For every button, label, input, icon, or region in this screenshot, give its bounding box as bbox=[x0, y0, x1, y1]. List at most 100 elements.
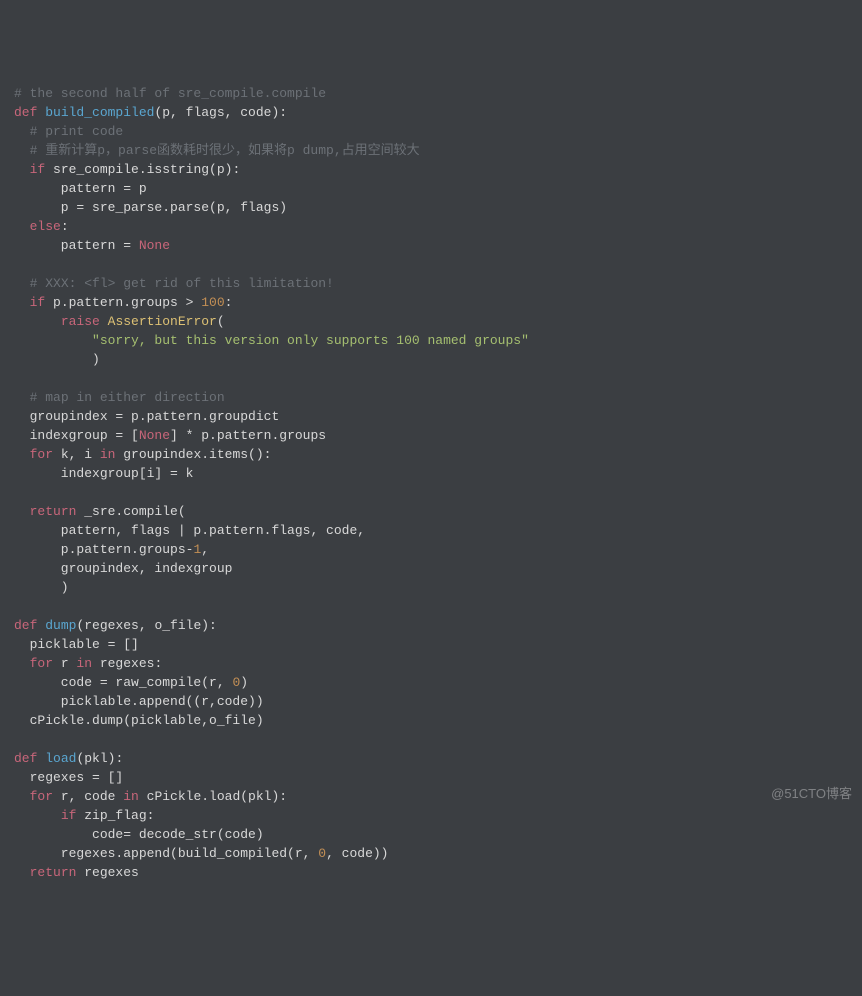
token-op: p = sre_parse.parse(p, flags) bbox=[14, 200, 287, 215]
code-line: indexgroup = [None] * p.pattern.groups bbox=[14, 426, 862, 445]
token-kw: def bbox=[14, 618, 45, 633]
token-op: code= decode_str(code) bbox=[14, 827, 264, 842]
watermark: @51CTO博客 bbox=[771, 784, 852, 803]
token-kw: for bbox=[30, 789, 53, 804]
code-line: # the second half of sre_compile.compile bbox=[14, 84, 862, 103]
token-op: _sre.compile( bbox=[76, 504, 185, 519]
code-line: for r, code in cPickle.load(pkl): bbox=[14, 787, 862, 806]
token-op: ( bbox=[217, 314, 225, 329]
token-op bbox=[14, 504, 30, 519]
token-op: p.pattern.groups bbox=[14, 542, 186, 557]
token-op: code = raw_compile(r, bbox=[14, 675, 232, 690]
token-kw: def bbox=[14, 751, 45, 766]
token-op: , bbox=[201, 542, 209, 557]
token-op bbox=[14, 390, 30, 405]
token-op bbox=[14, 865, 30, 880]
token-c: # the second half of sre_compile.compile bbox=[14, 86, 326, 101]
token-op bbox=[14, 789, 30, 804]
code-line: return _sre.compile( bbox=[14, 502, 862, 521]
code-line bbox=[14, 597, 862, 616]
token-op bbox=[14, 162, 30, 177]
token-fn: dump bbox=[45, 618, 76, 633]
code-line: return regexes bbox=[14, 863, 862, 882]
token-op bbox=[14, 219, 30, 234]
token-kw: for bbox=[30, 447, 53, 462]
code-line: def build_compiled(p, flags, code): bbox=[14, 103, 862, 122]
code-line bbox=[14, 369, 862, 388]
code-line: if p.pattern.groups > 100: bbox=[14, 293, 862, 312]
token-ye: AssertionError bbox=[108, 314, 217, 329]
code-line: # print code bbox=[14, 122, 862, 141]
token-op: pattern = bbox=[14, 238, 139, 253]
token-c: # XXX: <fl> get rid of this limitation! bbox=[30, 276, 334, 291]
token-op bbox=[14, 808, 61, 823]
code-block: # the second half of sre_compile.compile… bbox=[14, 84, 862, 882]
code-line: p = sre_parse.parse(p, flags) bbox=[14, 198, 862, 217]
token-c: # print code bbox=[30, 124, 124, 139]
token-fn: build_compiled bbox=[45, 105, 154, 120]
code-line bbox=[14, 255, 862, 274]
code-line: if sre_compile.isstring(p): bbox=[14, 160, 862, 179]
code-line bbox=[14, 730, 862, 749]
token-op: groupindex = p.pattern.groupdict bbox=[14, 409, 279, 424]
token-op bbox=[100, 314, 108, 329]
token-kw: for bbox=[30, 656, 53, 671]
code-line: pattern = p bbox=[14, 179, 862, 198]
token-op: : bbox=[61, 219, 69, 234]
token-op bbox=[14, 295, 30, 310]
token-op: p.pattern.groups > bbox=[45, 295, 201, 310]
code-line: def load(pkl): bbox=[14, 749, 862, 768]
token-op: ] * p.pattern.groups bbox=[170, 428, 326, 443]
token-c: # map in either direction bbox=[30, 390, 225, 405]
token-kw: def bbox=[14, 105, 45, 120]
code-line: # XXX: <fl> get rid of this limitation! bbox=[14, 274, 862, 293]
token-kw: return bbox=[30, 504, 77, 519]
token-kw: in bbox=[123, 789, 139, 804]
code-line: else: bbox=[14, 217, 862, 236]
token-op: r bbox=[53, 656, 76, 671]
token-op: : bbox=[225, 295, 233, 310]
code-line: ) bbox=[14, 350, 862, 369]
code-line: pattern, flags | p.pattern.flags, code, bbox=[14, 521, 862, 540]
token-op: regexes: bbox=[92, 656, 162, 671]
token-op: (regexes, o_file): bbox=[76, 618, 216, 633]
token-num: 100 bbox=[201, 295, 224, 310]
token-op: indexgroup = [ bbox=[14, 428, 139, 443]
code-line: # 重新计算p，parse函数耗时很少，如果将p dump,占用空间较大 bbox=[14, 141, 862, 160]
token-op bbox=[14, 485, 22, 500]
token-op: (p, flags, code): bbox=[154, 105, 287, 120]
token-op: k, i bbox=[53, 447, 100, 462]
code-line: code= decode_str(code) bbox=[14, 825, 862, 844]
token-op: groupindex, indexgroup bbox=[14, 561, 232, 576]
token-nn: None bbox=[139, 428, 170, 443]
code-line: picklable.append((r,code)) bbox=[14, 692, 862, 711]
token-op: cPickle.load(pkl): bbox=[139, 789, 287, 804]
token-op bbox=[14, 314, 61, 329]
token-op: groupindex.items(): bbox=[115, 447, 271, 462]
token-op: picklable.append((r,code)) bbox=[14, 694, 264, 709]
code-line bbox=[14, 483, 862, 502]
code-line: indexgroup[i] = k bbox=[14, 464, 862, 483]
token-kw: in bbox=[76, 656, 92, 671]
token-op: ) bbox=[240, 675, 248, 690]
code-line: def dump(regexes, o_file): bbox=[14, 616, 862, 635]
token-fn: load bbox=[45, 751, 76, 766]
token-op: r, code bbox=[53, 789, 123, 804]
code-line: raise AssertionError( bbox=[14, 312, 862, 331]
token-num: 0 bbox=[318, 846, 326, 861]
code-line: regexes = [] bbox=[14, 768, 862, 787]
token-kw: raise bbox=[61, 314, 100, 329]
code-line: groupindex, indexgroup bbox=[14, 559, 862, 578]
code-line: ) bbox=[14, 578, 862, 597]
token-kw: if bbox=[61, 808, 77, 823]
token-op: cPickle.dump(picklable,o_file) bbox=[14, 713, 264, 728]
token-op bbox=[14, 143, 30, 158]
code-line: p.pattern.groups-1, bbox=[14, 540, 862, 559]
token-op bbox=[14, 276, 30, 291]
token-op: picklable = [] bbox=[14, 637, 139, 652]
token-op: regexes = [] bbox=[14, 770, 123, 785]
token-op bbox=[14, 447, 30, 462]
token-op bbox=[14, 371, 22, 386]
code-line: groupindex = p.pattern.groupdict bbox=[14, 407, 862, 426]
token-nn: None bbox=[139, 238, 170, 253]
